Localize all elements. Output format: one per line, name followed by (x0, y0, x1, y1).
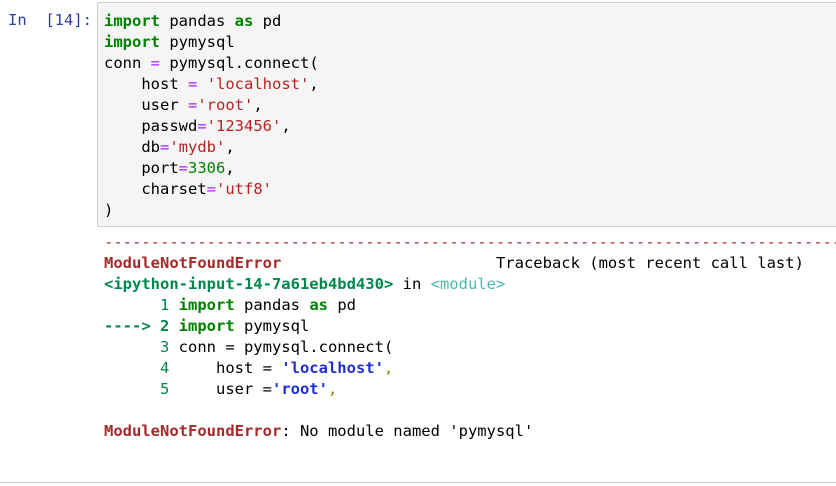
code-line: import pymysql (104, 33, 235, 51)
code-line: ) (104, 201, 114, 219)
error-output: ----------------------------------------… (104, 232, 836, 442)
traceback-header: ModuleNotFoundError Traceback (most rece… (104, 254, 804, 272)
traceback-label: Traceback (most recent call last) (495, 254, 804, 272)
traceback-separator: ----------------------------------------… (104, 233, 836, 251)
notebook-cell: In [14]: import pandas as pd import pymy… (0, 0, 836, 486)
traceback-line: 5 user ='root', (104, 380, 338, 398)
code-line: conn = pymysql.connect( (104, 54, 319, 72)
input-prompt: In [14]: (8, 11, 92, 29)
code-line: passwd='123456', (104, 117, 291, 135)
error-message: ModuleNotFoundError: No module named 'py… (104, 422, 534, 440)
code-line: db='mydb', (104, 138, 235, 156)
code-line: user ='root', (104, 96, 263, 114)
error-name: ModuleNotFoundError (104, 254, 282, 272)
code-line: port=3306, (104, 159, 235, 177)
code-line: host = 'localhost', (104, 75, 319, 93)
traceback-line: 3 conn = pymysql.connect( (104, 338, 394, 356)
code-line: charset='utf8' (104, 180, 272, 198)
cell-divider (0, 482, 836, 483)
code-editor[interactable]: import pandas as pd import pymysql conn … (104, 11, 319, 221)
traceback-line-current: ----> 2 import pymysql (104, 317, 310, 335)
code-line: import pandas as pd (104, 12, 282, 30)
code-input-area[interactable]: import pandas as pd import pymysql conn … (97, 2, 836, 227)
traceback-line: 4 host = 'localhost', (104, 359, 394, 377)
traceback-location: <ipython-input-14-7a61eb4bd430> in <modu… (104, 275, 506, 293)
traceback-line: 1 import pandas as pd (104, 296, 356, 314)
